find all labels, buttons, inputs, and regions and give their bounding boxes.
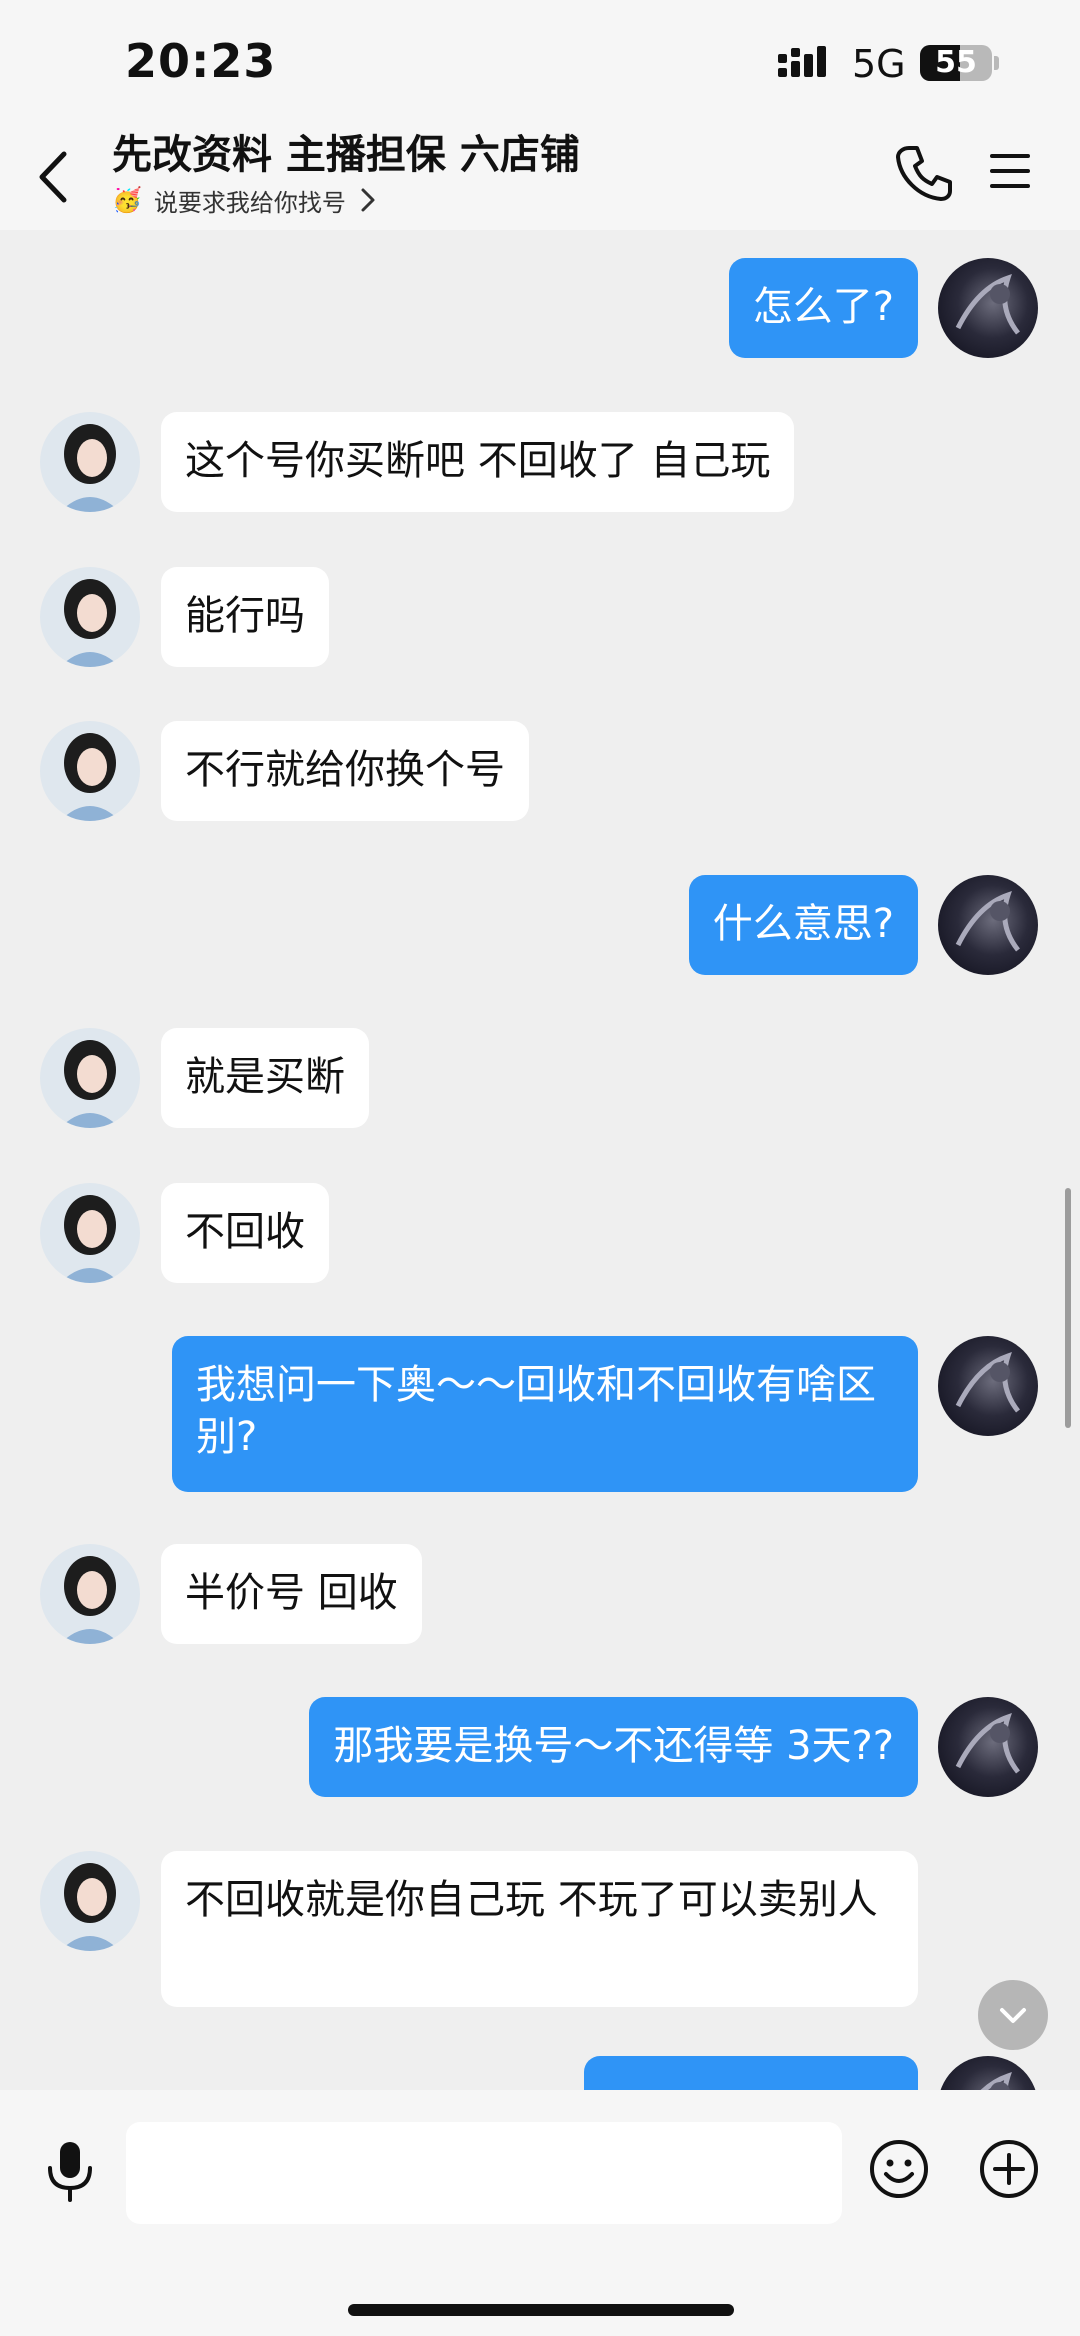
avatar-image	[60, 579, 120, 667]
message-bubble[interactable]: 我想问一下奥～～回收和不回收有啥区别?	[172, 1336, 918, 1492]
contact-avatar[interactable]	[40, 412, 140, 512]
avatar-image	[955, 1352, 1020, 1413]
battery-level: 55	[935, 45, 977, 80]
message-bubble[interactable]: 不行就给你换个号	[161, 721, 529, 821]
contact-avatar[interactable]	[40, 721, 140, 821]
status-bar: 20:23 5G 55	[0, 0, 1080, 120]
chevron-down-icon	[1000, 2008, 1026, 2023]
chevron-right-icon	[361, 188, 375, 212]
microphone-icon[interactable]	[44, 2140, 96, 2202]
chat-subtitle: 说要求我给你找号	[153, 188, 346, 217]
avatar-image	[60, 1556, 120, 1644]
chat-title[interactable]: 先改资料 主播担保 六店铺	[112, 122, 580, 180]
smiley-icon[interactable]	[868, 2138, 930, 2200]
phone-icon[interactable]	[895, 144, 953, 202]
signal-icon	[778, 46, 826, 77]
my-avatar[interactable]	[938, 2056, 1038, 2090]
avatar-image	[60, 1195, 120, 1283]
message-incoming: 不回收就是你自己玩 不玩了可以卖别人	[0, 1851, 1080, 2007]
scroll-to-bottom-button[interactable]	[978, 1980, 1048, 2050]
subtitle-emoji: 🥳	[112, 186, 142, 214]
message-bubble[interactable]: 不回收	[161, 1183, 329, 1283]
message-bubble[interactable]: 不回收就是你自己玩 不玩了可以卖别人	[161, 1851, 918, 2007]
network-type: 5G	[852, 42, 906, 86]
message-bubble[interactable]: 那我要是换号～不还得等 3天??	[309, 1697, 918, 1797]
input-bar	[0, 2090, 1080, 2336]
battery-icon: 55	[920, 45, 992, 81]
my-avatar[interactable]	[938, 875, 1038, 975]
message-bubble[interactable]: 怎么了?	[728, 258, 918, 358]
message-bubble[interactable]	[584, 2056, 918, 2090]
scrollbar-thumb[interactable]	[1065, 1188, 1071, 1428]
message-outgoing	[0, 2056, 1080, 2090]
message-incoming: 这个号你买断吧 不回收了 自己玩	[0, 412, 1080, 512]
contact-avatar[interactable]	[40, 1183, 140, 1283]
chat-subtitle-link[interactable]: 🥳 说要求我给你找号	[112, 182, 376, 218]
avatar-image	[955, 1713, 1020, 1774]
avatar-image	[955, 274, 1020, 335]
chat-header: 先改资料 主播担保 六店铺 🥳 说要求我给你找号	[0, 120, 1080, 230]
status-time: 20:23	[125, 34, 277, 88]
menu-icon[interactable]	[988, 150, 1032, 192]
message-outgoing: 我想问一下奥～～回收和不回收有啥区别?	[0, 1336, 1080, 1492]
message-incoming: 就是买断	[0, 1028, 1080, 1128]
message-list[interactable]: 怎么了? 这个号你买断吧 不回收了 自己玩 能行吗 不行就给你换个号 什么意思?…	[0, 230, 1080, 2090]
chevron-left-icon[interactable]	[32, 146, 78, 208]
message-incoming: 不行就给你换个号	[0, 721, 1080, 821]
my-avatar[interactable]	[938, 1336, 1038, 1436]
plus-circle-icon[interactable]	[978, 2138, 1040, 2200]
message-outgoing: 那我要是换号～不还得等 3天??	[0, 1697, 1080, 1797]
message-bubble[interactable]: 这个号你买断吧 不回收了 自己玩	[161, 412, 795, 512]
contact-avatar[interactable]	[40, 1028, 140, 1128]
message-bubble[interactable]: 就是买断	[161, 1028, 369, 1128]
home-indicator[interactable]	[348, 2304, 734, 2316]
my-avatar[interactable]	[938, 1697, 1038, 1797]
message-incoming: 半价号 回收	[0, 1544, 1080, 1644]
contact-avatar[interactable]	[40, 1544, 140, 1644]
avatar-image	[955, 891, 1020, 952]
message-outgoing: 怎么了?	[0, 258, 1080, 358]
battery-tip	[994, 56, 999, 70]
message-bubble[interactable]: 什么意思?	[688, 875, 918, 975]
message-incoming: 能行吗	[0, 567, 1080, 667]
avatar-image	[980, 2072, 1012, 2090]
contact-avatar[interactable]	[40, 1851, 140, 1951]
avatar-image	[60, 1040, 120, 1128]
message-incoming: 不回收	[0, 1183, 1080, 1283]
my-avatar[interactable]	[938, 258, 1038, 358]
message-outgoing: 什么意思?	[0, 875, 1080, 975]
avatar-image	[60, 424, 120, 512]
message-input[interactable]	[126, 2122, 842, 2224]
avatar-image	[60, 1863, 120, 1951]
contact-avatar[interactable]	[40, 567, 140, 667]
message-bubble[interactable]: 能行吗	[161, 567, 329, 667]
avatar-image	[60, 733, 120, 821]
message-bubble[interactable]: 半价号 回收	[161, 1544, 422, 1644]
